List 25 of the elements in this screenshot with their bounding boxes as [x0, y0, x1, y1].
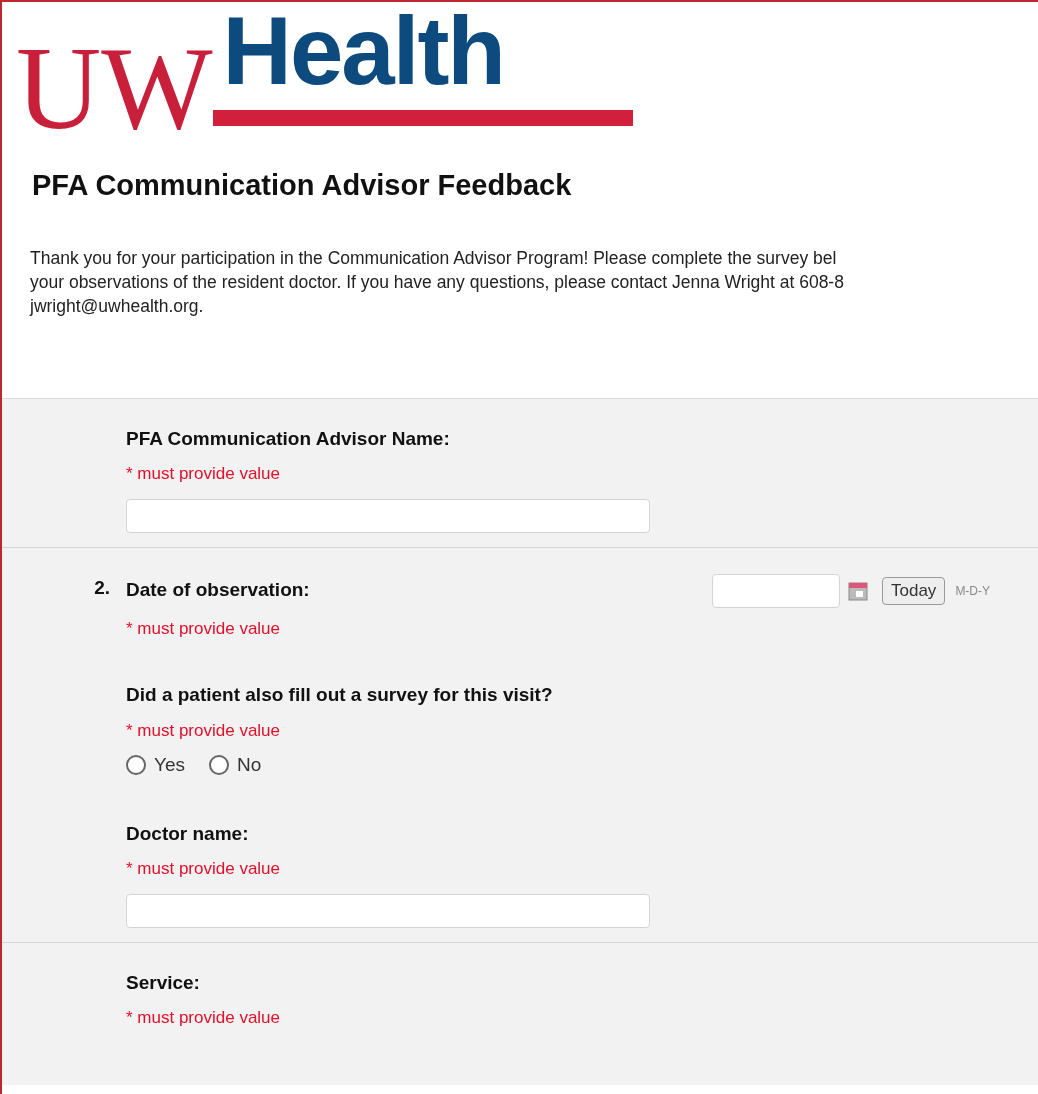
- question-label: Date of observation:: [126, 578, 311, 603]
- page-title: PFA Communication Advisor Feedback: [32, 168, 573, 203]
- option-label: Yes: [154, 753, 185, 777]
- calendar-icon[interactable]: [848, 580, 868, 601]
- radio-button[interactable]: [126, 755, 146, 776]
- question-label: PFA Communication Advisor Name:: [126, 426, 451, 451]
- required-note: * must provide value: [126, 617, 282, 640]
- date-field[interactable]: [712, 573, 840, 608]
- required-note: * must provide value: [126, 858, 282, 880]
- logo-text: Health: [222, 6, 505, 96]
- radio-button[interactable]: [209, 755, 229, 776]
- question-number: 2.: [94, 575, 110, 600]
- logo-text: UW: [16, 30, 213, 148]
- text-field[interactable]: [126, 498, 650, 533]
- required-note: * must provide value: [126, 719, 282, 742]
- text-field[interactable]: [126, 893, 650, 928]
- required-note: * must provide value: [126, 1007, 282, 1029]
- question-label: Doctor name:: [126, 821, 250, 846]
- required-note: * must provide value: [126, 463, 282, 485]
- today-button[interactable]: Today: [882, 576, 946, 605]
- question-label: Did a patient also fill out a survey for this visit?: [126, 683, 554, 707]
- option-label: No: [237, 753, 262, 777]
- intro-text: Thank you for your participation in the Communication Advisor Program! Please complete the survey bel your observations of the resident doctor. If you have any questions, please contact Jenna Wright at 608-8 jwright@uwhealth.org.: [30, 246, 845, 318]
- question-label: Service:: [126, 970, 201, 995]
- date-format-hint: M-D-Y: [955, 582, 991, 600]
